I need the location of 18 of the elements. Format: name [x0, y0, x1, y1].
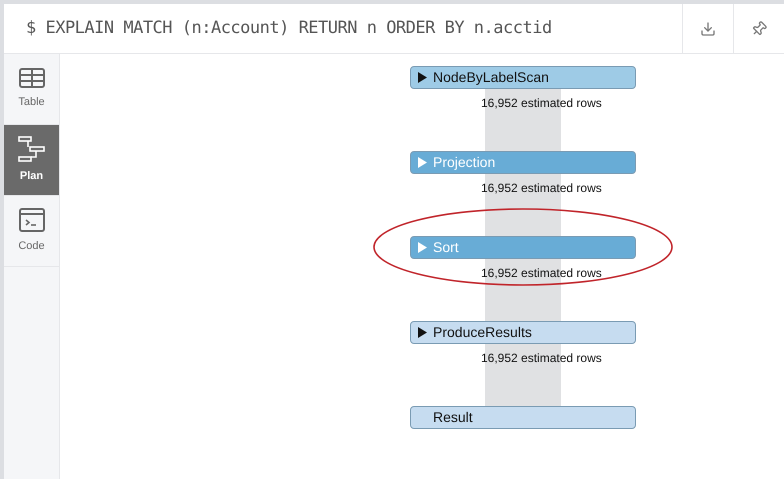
estimated-rows: 16,952 estimated rows	[410, 259, 636, 282]
expand-triangle-icon	[418, 72, 427, 83]
view-tab[interactable]: Plan	[4, 125, 59, 196]
estimated-rows: 16,952 estimated rows	[410, 174, 636, 197]
terminal-icon	[18, 208, 44, 232]
view-tab[interactable]: Code	[4, 196, 59, 267]
expand-triangle-icon	[418, 327, 427, 338]
operator-node[interactable]: Result	[410, 406, 636, 429]
estimated-rows: 16,952 estimated rows	[410, 344, 636, 367]
table-icon	[18, 68, 44, 88]
plan-icon	[18, 136, 46, 162]
expand-triangle-icon	[418, 157, 427, 168]
download-icon	[700, 20, 716, 36]
operator-node[interactable]: NodeByLabelScan	[410, 66, 636, 89]
expand-triangle-icon	[418, 242, 427, 253]
query-text: $ EXPLAIN MATCH (n:Account) RETURN n ORDER BY n.acctid	[25, 16, 553, 40]
estimated-rows: 16,952 estimated rows	[410, 89, 636, 112]
operator-node[interactable]: ProduceResults	[410, 321, 636, 344]
